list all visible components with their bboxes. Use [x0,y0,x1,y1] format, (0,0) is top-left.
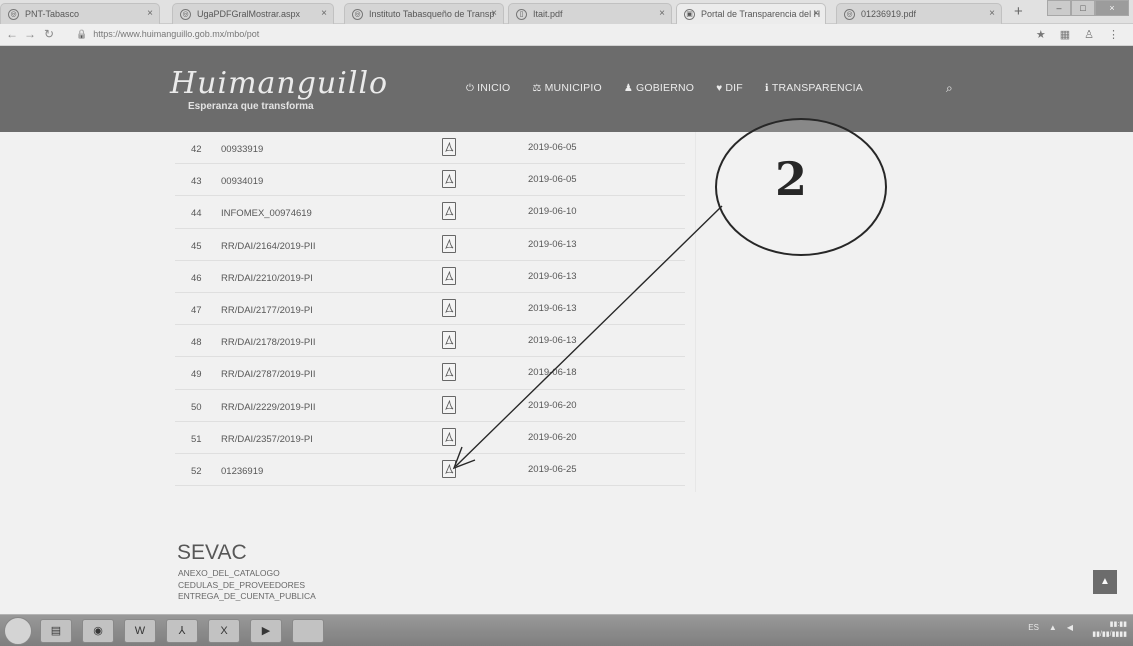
acrobat-icon[interactable]: ⅄ [166,619,198,643]
blank-app-icon[interactable] [292,619,324,643]
chrome-icon[interactable]: ◉ [82,619,114,643]
windows-taskbar: ▤ ◉ W ⅄ X ▶ ES ▲ ◀ ▮▮:▮▮ ▮▮/▮▮/▮▮▮▮ [0,614,1133,646]
sevac-links: ANEXO_DEL_CATALOGO CEDULAS_DE_PROVEEDORE… [178,568,316,603]
annotation-arrow [452,205,723,470]
system-tray: ES ▲ ◀ [1028,623,1073,632]
start-button[interactable] [4,617,32,645]
sevac-heading: SEVAC [177,541,247,564]
word-icon[interactable]: W [124,619,156,643]
system-clock[interactable]: ▮▮:▮▮ ▮▮/▮▮/▮▮▮▮ [1092,620,1127,640]
scroll-to-top-button[interactable]: ▲ [1093,570,1117,594]
media-icon[interactable]: ▶ [250,619,282,643]
sevac-link-anexo[interactable]: ANEXO_DEL_CATALOGO [178,568,316,580]
sevac-link-entrega[interactable]: ENTREGA_DE_CUENTA_PUBLICA [178,591,316,603]
sevac-link-cedulas[interactable]: CEDULAS_DE_PROVEEDORES [178,580,316,592]
explorer-icon[interactable]: ▤ [40,619,72,643]
excel-icon[interactable]: X [208,619,240,643]
network-icon[interactable]: ▲ [1049,623,1057,632]
language-icon[interactable]: ES [1028,623,1039,632]
volume-icon[interactable]: ◀ [1067,623,1073,632]
